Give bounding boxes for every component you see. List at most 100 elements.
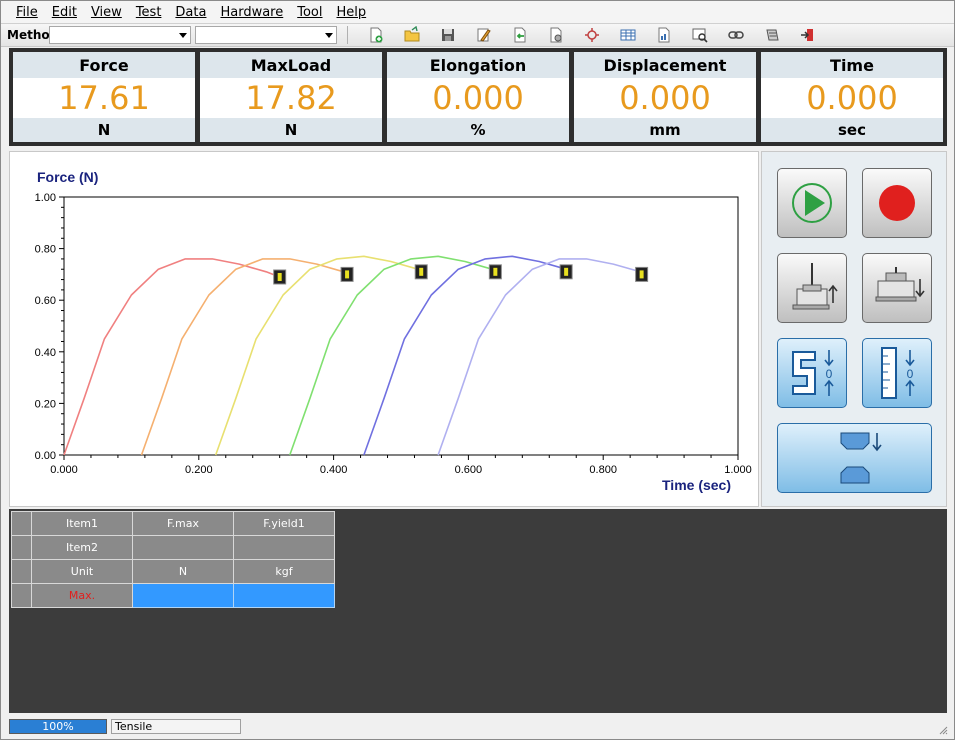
start-test-button[interactable] <box>777 168 847 238</box>
readout-force: Force 17.61 N <box>13 52 195 142</box>
import-icon <box>514 27 526 43</box>
y-tick-label: 0.80 <box>35 244 56 256</box>
zero-displacement-button[interactable]: 0 <box>862 338 932 408</box>
table-button[interactable] <box>614 24 642 46</box>
readout-displacement: Displacement 0.000 mm <box>574 52 756 142</box>
series-line-5 <box>363 255 570 456</box>
save-button[interactable] <box>434 24 462 46</box>
table-cell[interactable] <box>233 535 335 560</box>
crosshead-down-button[interactable] <box>862 253 932 323</box>
readout-value: 17.61 <box>13 78 195 118</box>
x-tick-label: 0.600 <box>455 464 483 476</box>
zero-force-button[interactable]: 0 <box>777 338 847 408</box>
readout-label: Time <box>761 52 943 78</box>
open-button[interactable] <box>398 24 426 46</box>
report-button[interactable] <box>650 24 678 46</box>
table-cell[interactable]: Item1 <box>31 511 133 536</box>
table-row: Max. <box>11 583 335 608</box>
break-marker-core <box>564 267 569 276</box>
preview-icon <box>692 28 708 43</box>
exit-button[interactable] <box>794 24 822 46</box>
grip-return-icon <box>840 432 882 484</box>
chart-x-axis-label: Time (sec) <box>662 477 731 493</box>
table-cell[interactable]: kgf <box>233 559 335 584</box>
menu-edit[interactable]: Edit <box>45 5 84 20</box>
row-selector[interactable] <box>11 511 32 536</box>
y-tick-label: 0.40 <box>35 347 56 359</box>
print-icon <box>766 29 779 41</box>
menu-test-label: Test <box>135 4 162 20</box>
record-button[interactable] <box>862 168 932 238</box>
menu-data[interactable]: Data <box>168 5 213 20</box>
table-cell[interactable]: Max. <box>31 583 133 608</box>
toolbar: Method <box>1 23 954 47</box>
row-selector[interactable] <box>11 559 32 584</box>
zero-displacement-icon: 0 <box>881 347 915 399</box>
link-button[interactable] <box>722 24 750 46</box>
readout-panel: Force 17.61 N MaxLoad 17.82 N Elongation… <box>9 48 947 146</box>
crosshead-up-button[interactable] <box>777 253 847 323</box>
secondary-select[interactable] <box>195 26 337 44</box>
table-cell[interactable]: Unit <box>31 559 133 584</box>
svg-text:0: 0 <box>826 367 833 381</box>
break-marker-core <box>277 272 282 281</box>
grip-return-button[interactable] <box>777 423 932 493</box>
menu-tool[interactable]: Tool <box>290 5 329 20</box>
table-cell[interactable]: F.max <box>132 511 234 536</box>
table-cell[interactable]: N <box>132 559 234 584</box>
row-selector[interactable] <box>11 535 32 560</box>
readout-value: 17.82 <box>200 78 382 118</box>
settings-file-icon <box>550 27 562 43</box>
menu-hardware[interactable]: Hardware <box>213 5 290 20</box>
menu-file[interactable]: File <box>9 5 45 20</box>
table-cell[interactable] <box>132 583 234 608</box>
method-select[interactable] <box>49 26 191 44</box>
x-tick-label: 0.000 <box>50 464 78 476</box>
readout-maxload: MaxLoad 17.82 N <box>200 52 382 142</box>
preview-button[interactable] <box>686 24 714 46</box>
y-tick-label: 1.00 <box>35 192 56 204</box>
method-label: Method <box>7 28 59 42</box>
readout-value: 0.000 <box>387 78 569 118</box>
menu-tool-label: Tool <box>297 4 323 20</box>
table-row: Item1 F.max F.yield1 <box>11 511 335 536</box>
report-icon <box>658 27 670 43</box>
menu-bar: File Edit View Test Data Hardware Tool H… <box>1 1 954 23</box>
x-tick-label: 1.000 <box>724 464 752 476</box>
force-time-chart[interactable]: Force (N) Time (sec) 0.000 0.200 0.400 0.60… <box>9 151 759 507</box>
menu-test[interactable]: Test <box>129 5 169 20</box>
table-cell[interactable] <box>132 535 234 560</box>
table-row: Unit N kgf <box>11 559 335 584</box>
save-icon <box>442 29 454 41</box>
break-marker-core <box>419 267 424 276</box>
file-settings-button[interactable] <box>542 24 570 46</box>
app-window: File Edit View Test Data Hardware Tool H… <box>0 0 955 740</box>
new-file-button[interactable] <box>362 24 390 46</box>
edit-icon <box>477 28 491 42</box>
y-tick-label: 0.00 <box>35 450 56 462</box>
resize-grip-icon[interactable] <box>938 725 948 735</box>
break-marker-core <box>493 267 498 276</box>
menu-help[interactable]: Help <box>330 5 374 20</box>
calibration-button[interactable] <box>578 24 606 46</box>
new-file-icon <box>370 27 383 43</box>
print-button[interactable] <box>758 24 786 46</box>
series-line-1 <box>63 258 280 456</box>
table-cell[interactable] <box>233 583 335 608</box>
edit-button[interactable] <box>470 24 498 46</box>
readout-label: Force <box>13 52 195 78</box>
break-marker-core <box>345 270 350 279</box>
row-selector[interactable] <box>11 583 32 608</box>
progress-bar: 100% <box>9 719 107 734</box>
table-cell[interactable]: F.yield1 <box>233 511 335 536</box>
import-button[interactable] <box>506 24 534 46</box>
chevron-down-icon <box>179 33 187 38</box>
x-tick-label: 0.400 <box>320 464 348 476</box>
menu-view[interactable]: View <box>84 5 129 20</box>
menu-hardware-label: Hardware <box>220 4 284 20</box>
results-table-area: Item1 F.max F.yield1 Item2 Unit N kgf Ma… <box>9 509 947 713</box>
crosshead-down-icon <box>875 267 925 302</box>
menu-file-label: File <box>16 4 38 20</box>
table-cell[interactable]: Item2 <box>31 535 133 560</box>
readout-value: 0.000 <box>761 78 943 118</box>
